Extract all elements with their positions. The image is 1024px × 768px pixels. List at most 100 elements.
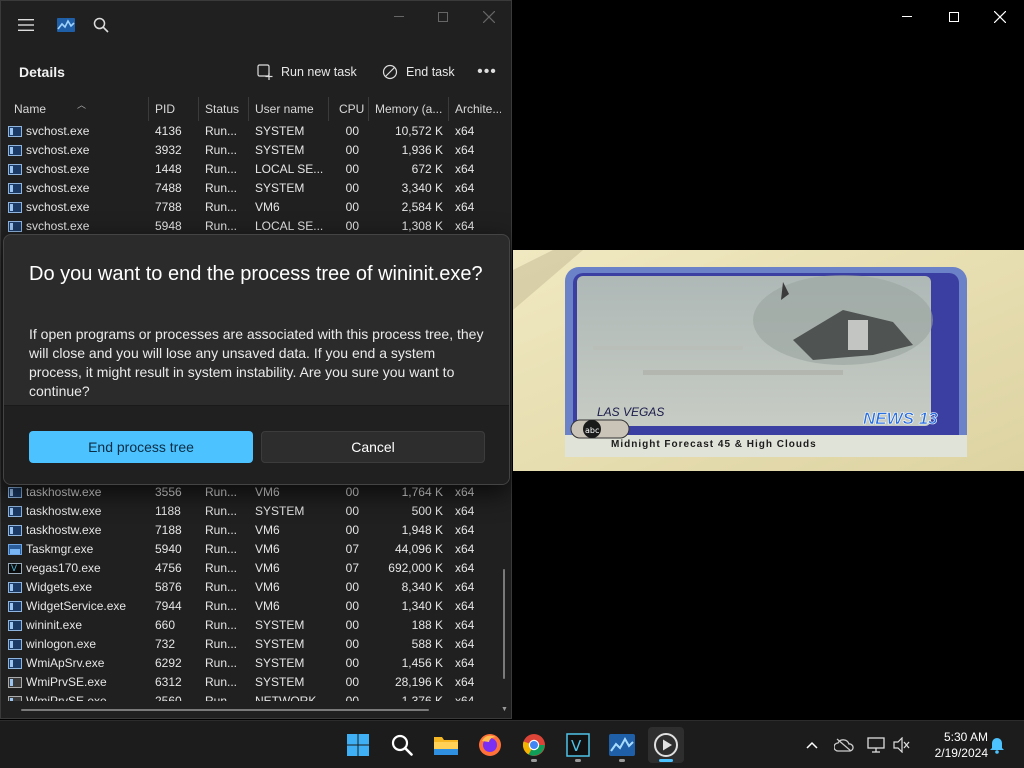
cell-pid: 3932: [155, 143, 182, 157]
table-row[interactable]: WmiPrvSE.exe 6312 Run... SYSTEM 00 28,196 K x6…: [1, 673, 501, 692]
cell-pid: 6312: [155, 675, 182, 689]
end-task-button[interactable]: End task: [382, 61, 455, 83]
system-clock[interactable]: 5:30 AM 2/19/2024: [918, 729, 988, 761]
cell-memory: 188 K: [411, 618, 443, 632]
toolbar: Details Run new task End task •••: [1, 49, 511, 95]
column-header-status[interactable]: Status: [199, 97, 249, 121]
dialog-title: Do you want to end the process tree of w…: [29, 263, 483, 285]
maximize-icon[interactable]: [429, 5, 457, 29]
horizontal-scrollbar[interactable]: [21, 709, 429, 711]
table-row[interactable]: svchost.exe 1448 Run... LOCAL SE... 00 672 K x…: [1, 160, 501, 179]
table-row[interactable]: taskhostw.exe 7188 Run... VM6 00 1,948 K x64: [1, 521, 501, 540]
table-row[interactable]: taskhostw.exe 3556 Run... VM6 00 1,764 K x64: [1, 483, 501, 502]
table-row[interactable]: winlogon.exe 732 Run... SYSTEM 00 588 K x64: [1, 635, 501, 654]
cell-status: Run...: [205, 618, 238, 632]
cell-status: Run...: [205, 580, 238, 594]
cell-cpu: 07: [345, 561, 359, 575]
cell-memory: 1,376 K: [401, 694, 443, 701]
table-row[interactable]: WmiPrvSE.exe 2560 Run... NETWORK... 00 1,376 …: [1, 692, 501, 701]
maximize-icon[interactable]: [932, 4, 976, 30]
media-player-icon[interactable]: [648, 727, 684, 763]
process-icon: [8, 183, 22, 194]
cell-architecture: x64: [455, 542, 475, 556]
process-icon: [8, 506, 22, 517]
cell-architecture: x64: [455, 637, 475, 651]
minimize-icon[interactable]: [385, 5, 413, 29]
column-header-architecture[interactable]: Archite...: [449, 97, 501, 121]
clock-time: 5:30 AM: [943, 730, 988, 744]
onedrive-cloud-icon[interactable]: [834, 735, 854, 755]
video-frame[interactable]: abc LAS VEGAS NEWS 13 Midnight Forecast …: [513, 250, 1024, 471]
cell-name: vegas170.exe: [26, 561, 101, 575]
table-row[interactable]: WidgetService.exe 7944 Run... VM6 00 1,340 K x…: [1, 597, 501, 616]
cell-architecture: x64: [455, 200, 475, 214]
table-row[interactable]: svchost.exe 7488 Run... SYSTEM 00 3,340 K x64: [1, 179, 501, 198]
cell-cpu: 00: [345, 580, 359, 594]
svg-text:V: V: [571, 737, 582, 755]
cell-user: SYSTEM: [255, 143, 305, 157]
cell-pid: 7788: [155, 200, 182, 214]
cell-user: SYSTEM: [255, 637, 305, 651]
cell-memory: 1,948 K: [401, 523, 443, 537]
page-title: Details: [19, 64, 65, 80]
cancel-button[interactable]: Cancel: [261, 431, 485, 463]
column-header-name[interactable]: Name ︿: [8, 97, 149, 121]
table-row[interactable]: Widgets.exe 5876 Run... VM6 00 8,340 K x64: [1, 578, 501, 597]
windows-start-icon[interactable]: [340, 727, 376, 763]
cell-name: WmiPrvSE.exe: [26, 694, 107, 701]
cell-architecture: x64: [455, 124, 475, 138]
hamburger-menu-icon[interactable]: [14, 13, 38, 37]
process-list-bottom: taskhostw.exe 3556 Run... VM6 00 1,764 Kx64 ta…: [1, 483, 501, 701]
news-13-logo: NEWS 13: [863, 409, 938, 428]
cell-user: SYSTEM: [255, 656, 305, 670]
search-icon[interactable]: [384, 727, 420, 763]
show-hidden-icons-chevron-icon[interactable]: [802, 735, 822, 755]
column-header-user-name[interactable]: User name: [249, 97, 329, 121]
notification-bell-icon[interactable]: [987, 735, 1007, 755]
end-process-tree-button[interactable]: End process tree: [29, 431, 253, 463]
cell-architecture: x64: [455, 143, 475, 157]
network-icon[interactable]: [866, 735, 886, 755]
search-icon[interactable]: [89, 13, 113, 37]
cell-architecture: x64: [455, 599, 475, 613]
cell-name: svchost.exe: [26, 200, 90, 214]
file-explorer-icon[interactable]: [428, 727, 464, 763]
vertical-scrollbar[interactable]: [503, 569, 505, 679]
column-header-pid[interactable]: PID: [149, 97, 199, 121]
column-header-cpu[interactable]: CPU: [329, 97, 369, 121]
cell-cpu: 00: [345, 162, 359, 176]
table-row[interactable]: svchost.exe 7788 Run... VM6 00 2,584 K x64: [1, 198, 501, 217]
column-header-memory[interactable]: Memory (a...: [369, 97, 449, 121]
cell-pid: 3556: [155, 485, 182, 499]
table-row[interactable]: svchost.exe 3932 Run... SYSTEM 00 1,936 K x64: [1, 141, 501, 160]
close-icon[interactable]: [475, 5, 503, 29]
table-row[interactable]: wininit.exe 660 Run... SYSTEM 00 188 K x64: [1, 616, 501, 635]
volume-muted-icon[interactable]: [892, 735, 912, 755]
table-row[interactable]: vegas170.exe 4756 Run... VM6 07 692,000 K x64: [1, 559, 501, 578]
process-icon: [8, 202, 22, 213]
cell-name: svchost.exe: [26, 143, 90, 157]
minimize-icon[interactable]: [885, 4, 929, 30]
task-manager-icon[interactable]: [604, 727, 640, 763]
run-new-task-button[interactable]: Run new task: [257, 61, 357, 83]
cell-name: winlogon.exe: [26, 637, 97, 651]
close-icon[interactable]: [978, 4, 1022, 30]
firefox-icon[interactable]: [472, 727, 508, 763]
table-row[interactable]: Taskmgr.exe 5940 Run... VM6 07 44,096 K x64: [1, 540, 501, 559]
title-bar: [1, 1, 511, 49]
vegas-pro-icon[interactable]: V: [560, 727, 596, 763]
chrome-icon[interactable]: [516, 727, 552, 763]
cell-memory: 2,584 K: [401, 200, 443, 214]
table-row[interactable]: svchost.exe 4136 Run... SYSTEM 00 10,572 K x64: [1, 122, 501, 141]
cell-name: taskhostw.exe: [26, 485, 102, 499]
cell-cpu: 00: [345, 656, 359, 670]
cell-memory: 1,340 K: [401, 599, 443, 613]
table-row[interactable]: WmiApSrv.exe 6292 Run... SYSTEM 00 1,456 K x64: [1, 654, 501, 673]
cell-cpu: 00: [345, 485, 359, 499]
table-row[interactable]: taskhostw.exe 1188 Run... SYSTEM 00 500 K x64: [1, 502, 501, 521]
more-options-icon[interactable]: •••: [475, 61, 499, 83]
scroll-down-arrow-icon[interactable]: ▼: [501, 706, 508, 713]
cell-name: taskhostw.exe: [26, 523, 102, 537]
cell-memory: 8,340 K: [401, 580, 443, 594]
cell-cpu: 00: [345, 181, 359, 195]
